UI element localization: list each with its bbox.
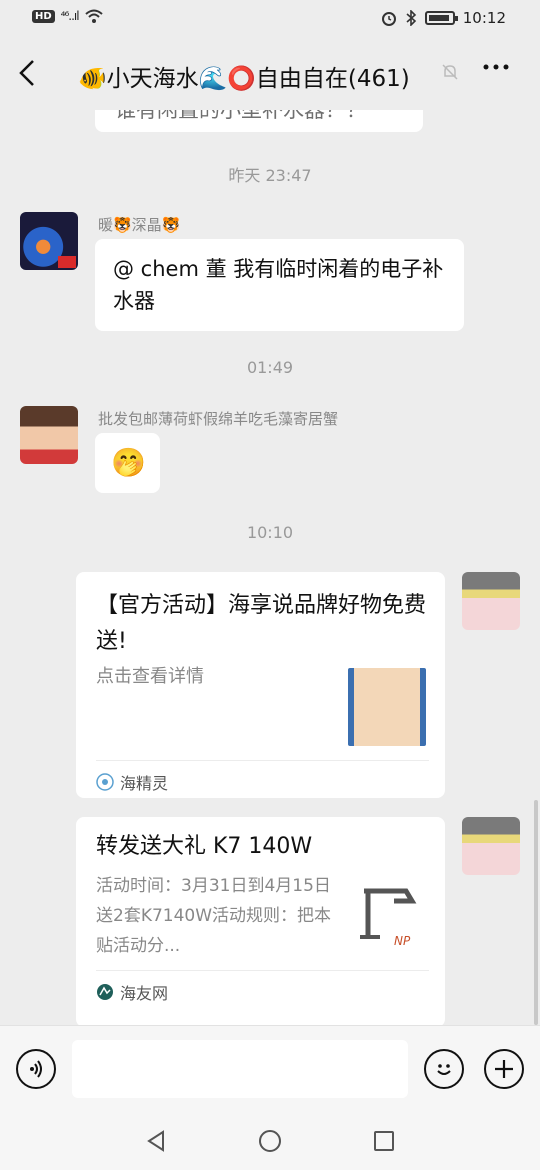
- battery-icon: [424, 11, 458, 25]
- chevron-left-icon: [19, 60, 34, 86]
- thumbnail-logo: NP: [394, 934, 411, 948]
- card-description: 点击查看详情: [96, 666, 204, 687]
- avatar[interactable]: [462, 817, 520, 875]
- link-card[interactable]: 转发送大礼 K7 140W 活动时间：3月31日到4月15日送2套K7140W活…: [76, 817, 445, 1025]
- status-bar: HD ⁴⁶..ıl 10:12: [0, 0, 540, 38]
- sender-name: 暖🐯深晶🐯: [98, 216, 181, 234]
- avatar[interactable]: [20, 212, 78, 270]
- message-bubble-partial[interactable]: 谁有闲置的小型补水器？？: [95, 110, 423, 132]
- scrollbar[interactable]: [534, 800, 538, 1025]
- card-source: 海精灵: [96, 770, 168, 794]
- link-card[interactable]: 【官方活动】海享说品牌好物免费送! 点击查看详情 海精灵: [76, 572, 445, 798]
- message-text: 谁有闲置的小型补水器？？: [115, 110, 367, 122]
- source-name: 海精灵: [120, 774, 169, 793]
- input-bar: [0, 1025, 540, 1113]
- source-icon: [97, 984, 113, 1000]
- timestamp: 01:49: [246, 358, 294, 377]
- card-thumbnail: [348, 668, 426, 746]
- hd-badge: HD: [32, 9, 55, 23]
- back-button[interactable]: [18, 58, 36, 94]
- system-nav-bar: [0, 1113, 540, 1170]
- more-dots-icon: [483, 64, 509, 70]
- message-input[interactable]: [72, 1040, 408, 1098]
- voice-icon: [30, 1060, 42, 1078]
- message-bubble[interactable]: @ chem 董 我有临时闲着的电子补水器: [95, 239, 464, 331]
- more-button[interactable]: [482, 52, 510, 89]
- message-bubble[interactable]: 🤭: [95, 433, 160, 493]
- card-description: 活动时间：3月31日到4月15日送2套K7140W活动规则：把本贴活动分...: [96, 876, 332, 956]
- voice-button[interactable]: [16, 1049, 56, 1089]
- card-title: 转发送大礼 K7 140W: [96, 834, 313, 859]
- bluetooth-icon: [406, 10, 416, 26]
- card-thumbnail: NP: [354, 885, 426, 953]
- plus-icon: [495, 1060, 513, 1078]
- avatar[interactable]: [462, 572, 520, 630]
- chat-title[interactable]: 🐠小天海水🌊⭕自由自在(461): [78, 59, 410, 93]
- alarm-icon: [381, 12, 396, 26]
- timestamp: 10:10: [246, 523, 294, 542]
- square-recent-icon[interactable]: [374, 1131, 394, 1151]
- chat-messages[interactable]: 谁有闲置的小型补水器？？ 昨天 23:47 暖🐯深晶🐯 @ chem 董 我有临…: [0, 110, 540, 1025]
- source-icon: [96, 773, 114, 791]
- emoji: 🤭: [111, 446, 146, 479]
- divider: [96, 970, 429, 971]
- emoji-button[interactable]: [424, 1049, 464, 1089]
- chat-header: 🐠小天海水🌊⭕自由自在(461): [0, 38, 540, 110]
- divider: [96, 760, 429, 761]
- clock: 10:12: [462, 9, 506, 27]
- message-text: @ chem 董 我有临时闲着的电子补水器: [113, 257, 444, 313]
- circle-home-icon[interactable]: [259, 1130, 281, 1152]
- timestamp: 昨天 23:47: [228, 166, 312, 185]
- bell-off-icon: [440, 62, 460, 87]
- triangle-back-icon[interactable]: [145, 1129, 167, 1153]
- card-title: 【官方活动】海享说品牌好物免费送!: [96, 593, 427, 654]
- sender-name: 批发包邮薄荷虾假绵羊吃毛藻寄居蟹: [98, 410, 339, 428]
- avatar[interactable]: [20, 406, 78, 464]
- plus-button[interactable]: [484, 1049, 524, 1089]
- signal-icon: ⁴⁶..ıl: [60, 9, 80, 23]
- emoji-icon: [437, 1064, 451, 1075]
- wifi-icon: [84, 9, 103, 23]
- source-name: 海友网: [120, 984, 169, 1003]
- card-source: 海友网: [96, 980, 168, 1004]
